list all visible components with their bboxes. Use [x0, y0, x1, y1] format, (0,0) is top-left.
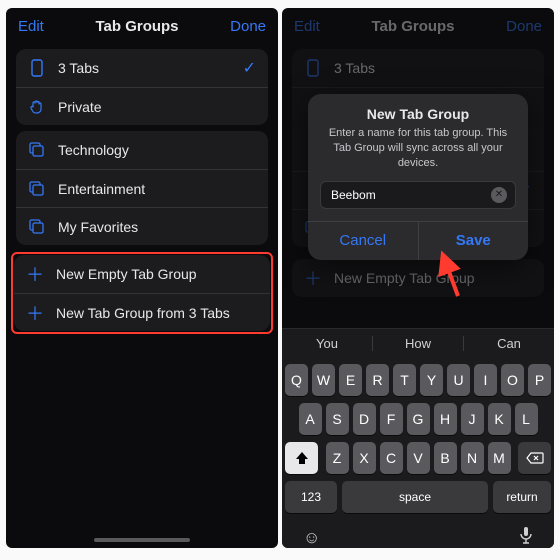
done-button[interactable]: Done — [230, 18, 266, 35]
alert-message: Enter a name for this tab group. This Ta… — [308, 126, 528, 181]
name-field[interactable]: ✕ — [320, 181, 516, 209]
group-item[interactable]: Technology — [16, 131, 268, 169]
screenshot-left: Edit Tab Groups Done 3 Tabs ✓ Private — [6, 8, 278, 548]
shift-key[interactable] — [285, 442, 318, 474]
device-icon — [304, 59, 322, 77]
cancel-button[interactable]: Cancel — [308, 222, 418, 260]
edit-button[interactable]: Edit — [294, 18, 320, 35]
edit-button[interactable]: Edit — [18, 18, 44, 35]
plus-icon: ＋ — [26, 261, 44, 287]
save-button[interactable]: Save — [418, 222, 529, 260]
backspace-key[interactable] — [518, 442, 551, 474]
navbar: Edit Tab Groups Done — [282, 8, 554, 43]
predictive-row[interactable]: You How Can — [282, 328, 554, 358]
navbar: Edit Tab Groups Done — [6, 8, 278, 43]
hand-icon — [28, 98, 46, 116]
group-label: Entertainment — [58, 181, 145, 197]
letter-key[interactable]: K — [488, 403, 511, 435]
page-title: Tab Groups — [371, 18, 454, 35]
tabgroup-icon — [28, 180, 46, 198]
section-windows: 3 Tabs ✓ Private — [16, 49, 268, 125]
tabgroup-icon — [28, 218, 46, 236]
row-tabs[interactable]: 3 Tabs ✓ — [16, 49, 268, 87]
group-item[interactable]: My Favorites — [16, 207, 268, 245]
group-label: My Favorites — [58, 219, 138, 235]
action-label: New Tab Group from 3 Tabs — [56, 305, 230, 321]
prediction[interactable]: You — [282, 336, 372, 351]
letter-key[interactable]: T — [393, 364, 416, 396]
prediction[interactable]: How — [372, 336, 463, 351]
keyboard[interactable]: QWERTYUIOP ASDFGHJKL ZXCVBNM 123 space r… — [282, 358, 554, 548]
letter-key[interactable]: D — [353, 403, 376, 435]
letter-key[interactable]: H — [434, 403, 457, 435]
group-label: Technology — [58, 142, 129, 158]
letter-key[interactable]: R — [366, 364, 389, 396]
letter-key[interactable]: L — [515, 403, 538, 435]
alert-title: New Tab Group — [308, 94, 528, 126]
section-groups: Technology Entertainment My Favorites — [16, 131, 268, 245]
plus-icon: ＋ — [304, 265, 322, 291]
row-private[interactable]: Private — [16, 87, 268, 125]
prediction[interactable]: Can — [463, 336, 554, 351]
action-new-empty: ＋ New Empty Tab Group — [292, 259, 544, 297]
letter-key[interactable]: W — [312, 364, 335, 396]
letter-key[interactable]: G — [407, 403, 430, 435]
action-label: New Empty Tab Group — [56, 266, 197, 282]
emoji-key[interactable]: ☺ — [303, 528, 320, 548]
action-new-from-tabs[interactable]: ＋ New Tab Group from 3 Tabs — [14, 293, 270, 331]
letter-key[interactable]: M — [488, 442, 511, 474]
device-icon — [28, 59, 46, 77]
letter-key[interactable]: J — [461, 403, 484, 435]
letter-key[interactable]: A — [299, 403, 322, 435]
dictation-key[interactable] — [519, 526, 533, 548]
new-tabgroup-alert: New Tab Group Enter a name for this tab … — [308, 94, 528, 260]
tabs-label: 3 Tabs — [58, 60, 231, 76]
done-button[interactable]: Done — [506, 18, 542, 35]
plus-icon: ＋ — [26, 300, 44, 326]
letter-key[interactable]: Y — [420, 364, 443, 396]
screenshot-right: Edit Tab Groups Done 3 Tabs ✓ — [282, 8, 554, 548]
checkmark-icon: ✓ — [243, 58, 256, 78]
letter-key[interactable]: S — [326, 403, 349, 435]
letter-key[interactable]: U — [447, 364, 470, 396]
group-item[interactable]: Entertainment — [16, 169, 268, 207]
row-tabs: 3 Tabs — [292, 49, 544, 87]
letter-key[interactable]: Q — [285, 364, 308, 396]
letter-key[interactable]: P — [528, 364, 551, 396]
letter-key[interactable]: E — [339, 364, 362, 396]
tabgroup-icon — [28, 141, 46, 159]
page-title: Tab Groups — [95, 18, 178, 35]
letter-key[interactable]: B — [434, 442, 457, 474]
clear-icon[interactable]: ✕ — [491, 187, 507, 203]
letter-key[interactable]: O — [501, 364, 524, 396]
space-key[interactable]: space — [342, 481, 488, 513]
private-label: Private — [58, 99, 256, 115]
letter-key[interactable]: Z — [326, 442, 349, 474]
home-indicator — [94, 538, 190, 542]
letter-key[interactable]: F — [380, 403, 403, 435]
highlighted-actions: ＋ New Empty Tab Group ＋ New Tab Group fr… — [14, 255, 270, 331]
numeric-key[interactable]: 123 — [285, 481, 337, 513]
letter-key[interactable]: N — [461, 442, 484, 474]
letter-key[interactable]: X — [353, 442, 376, 474]
name-input[interactable] — [329, 187, 491, 203]
letter-key[interactable]: V — [407, 442, 430, 474]
action-new-empty[interactable]: ＋ New Empty Tab Group — [14, 255, 270, 293]
letter-key[interactable]: C — [380, 442, 403, 474]
return-key[interactable]: return — [493, 481, 551, 513]
letter-key[interactable]: I — [474, 364, 497, 396]
